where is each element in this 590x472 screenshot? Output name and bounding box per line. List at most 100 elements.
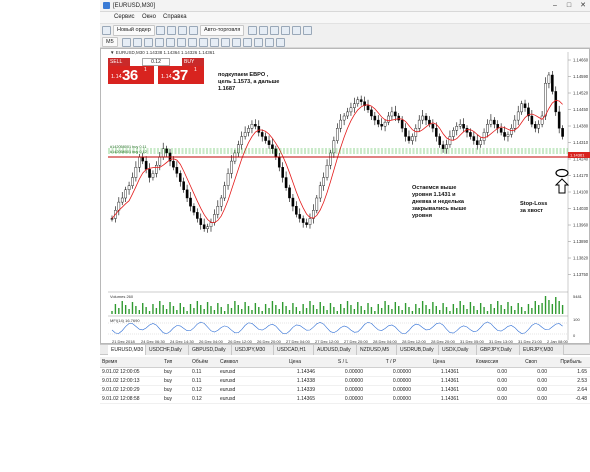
tester-icon[interactable] (189, 26, 198, 35)
column-header[interactable]: Тип (162, 357, 190, 368)
column-header[interactable]: Прибыль (550, 357, 590, 368)
buy-price[interactable]: 1.14 37 1 (158, 66, 204, 84)
column-header[interactable]: Объём (190, 357, 218, 368)
annotation-support-line-5: уровня (412, 213, 432, 219)
chart-tab-eurusd-m30[interactable]: EURUSD,M30 (108, 345, 146, 355)
buy-button[interactable]: BUY (182, 58, 204, 66)
vertical-line-icon[interactable] (144, 38, 153, 47)
table-cell: 1.14339 (270, 385, 318, 395)
crosshair-icon[interactable] (133, 38, 142, 47)
indicators-icon[interactable] (243, 38, 252, 47)
chart-tab-usdx-daily[interactable]: USDX,Daily (439, 345, 477, 355)
main-toolbar: Новый ордер Авто-торговля (100, 23, 590, 36)
table-row[interactable]: 9.01.02 12:00:13 buy 0.11 eurusd 1.14338 0.00… (100, 376, 590, 386)
chart-settings-icon[interactable] (276, 38, 285, 47)
column-header[interactable]: T / P (366, 357, 414, 368)
column-header[interactable]: Своп (510, 357, 550, 368)
text-tool-icon[interactable] (199, 38, 208, 47)
annotation-stop-line-1: Stop-Loss (520, 201, 548, 207)
annotation-target-line-2: цель 1.1573, а дальше (218, 79, 280, 85)
tile-icon[interactable] (303, 26, 312, 35)
templates-icon[interactable] (254, 38, 263, 47)
trendline-icon[interactable] (166, 38, 175, 47)
table-row[interactable]: 9.01.02 12:00:05 buy 0.11 eurusd 1.14346 0.00… (100, 367, 590, 377)
table-cell: 0.00000 (318, 376, 366, 386)
table-cell: 0.00000 (318, 367, 366, 377)
close-icon[interactable]: ✕ (576, 0, 590, 12)
sell-price[interactable]: 1.14 36 1 (108, 66, 154, 84)
chart-tab-usdjpy-m30[interactable]: USDJPY,M30 (232, 345, 274, 355)
chart-tab-gbpjpy-daily[interactable]: GBPJPY,Daily (477, 345, 520, 355)
column-header[interactable]: Символ (218, 357, 270, 368)
navigator-icon[interactable] (167, 26, 176, 35)
table-cell: 1.14338 (270, 376, 318, 386)
new-order-button[interactable]: Новый ордер (113, 25, 155, 36)
annotation-target: подкупаем ЕВРО , цель 1.1573, а дальше 1… (218, 72, 279, 93)
chart-window[interactable] (100, 48, 590, 344)
annotation-stoploss: Stop-Loss за хвост (520, 201, 547, 215)
buy-label: BUY (184, 59, 195, 65)
period-button[interactable]: M5 (102, 37, 118, 47)
new-order-label: Новый ордер (117, 27, 151, 33)
column-header[interactable]: Цена (270, 357, 318, 368)
lot-input[interactable]: 0.12 (142, 58, 170, 66)
column-header[interactable]: S / L (318, 357, 366, 368)
chart-tab-nzdusd-m5[interactable]: NZDUSD,M5 (357, 345, 397, 355)
line-chart-icon[interactable] (270, 26, 279, 35)
chart-tab-usdcad-h1[interactable]: USDCAD,H1 (274, 345, 314, 355)
bar-chart-icon[interactable] (248, 26, 257, 35)
terminal-icon[interactable] (178, 26, 187, 35)
annotation-support: Остаемся выше уровня 1.1431 и дневка и н… (412, 185, 466, 220)
table-row[interactable]: 9.01.02 12:00:29 buy 0.12 eurusd 1.14339 0.00… (100, 385, 590, 395)
column-header[interactable]: Цена (414, 357, 462, 368)
fibonacci-icon[interactable] (188, 38, 197, 47)
chart-tab-usdchf-daily[interactable]: USDCHF,Daily (146, 345, 189, 355)
menu-bar: Сервис Окно Справка (100, 12, 590, 23)
table-cell: 1.14346 (270, 367, 318, 377)
title-bar: [EURUSD,M30] – □ ✕ (100, 0, 590, 12)
chart-tab-gbpusd-daily[interactable]: GBPUSD,Daily (189, 345, 232, 355)
chart-tab-audusd-daily[interactable]: AUDUSD,Daily (314, 345, 357, 355)
table-cell: 1.14361 (414, 394, 462, 404)
chart-tab-eurjpy-m30[interactable]: EURJPY,M30 (520, 345, 564, 355)
sell-price-big: 36 (122, 67, 138, 84)
zoom-in-icon[interactable] (281, 26, 290, 35)
menu-service[interactable]: Сервис (114, 12, 135, 23)
table-cell: 0.00 (510, 367, 550, 377)
sell-button[interactable]: SELL (108, 58, 130, 66)
menu-help[interactable]: Справка (163, 12, 187, 23)
table-cell: 0.00 (510, 385, 550, 395)
candle-chart-icon[interactable] (259, 26, 268, 35)
arrow-tool-icon[interactable] (221, 38, 230, 47)
annotation-target-line-3: 1.1687 (218, 86, 236, 92)
horizontal-line-icon[interactable] (155, 38, 164, 47)
period-label: M5 (106, 39, 114, 45)
label-tool-icon[interactable] (210, 38, 219, 47)
table-cell: 0.00000 (366, 385, 414, 395)
cursor-icon[interactable] (122, 38, 131, 47)
shapes-icon[interactable] (232, 38, 241, 47)
app-icon (103, 2, 110, 9)
column-header[interactable]: Время (100, 357, 162, 368)
metaeditor-icon[interactable] (156, 26, 165, 35)
channel-icon[interactable] (177, 38, 186, 47)
chart-tab-usdrub-daily[interactable]: USDRUB,Daily (397, 345, 439, 355)
window-title: [EURUSD,M30] (113, 3, 156, 9)
autotrading-button[interactable]: Авто-торговля (200, 25, 245, 36)
new-chart-icon[interactable] (102, 26, 111, 35)
table-cell: eurusd (218, 385, 270, 395)
periods-icon[interactable] (265, 38, 274, 47)
table-row[interactable]: 9.01.02 12:08:58 buy 0.12 eurusd 1.14365 0.00… (100, 394, 590, 404)
table-cell: 0.00000 (318, 385, 366, 395)
sell-price-prefix: 1.14 (111, 74, 122, 80)
table-cell: 1.14365 (270, 394, 318, 404)
table-cell: 0.00 (462, 385, 510, 395)
sell-label: SELL (110, 59, 123, 65)
trades-table: Время Тип Объём Символ Цена S / LT / P Цена Ком… (100, 357, 590, 404)
zoom-out-icon[interactable] (292, 26, 301, 35)
column-header[interactable]: Комиссия (462, 357, 510, 368)
maximize-icon[interactable]: □ (562, 0, 576, 12)
menu-window[interactable]: Окно (142, 12, 156, 23)
minimize-icon[interactable]: – (548, 0, 562, 12)
table-cell: 2.53 (550, 376, 590, 386)
